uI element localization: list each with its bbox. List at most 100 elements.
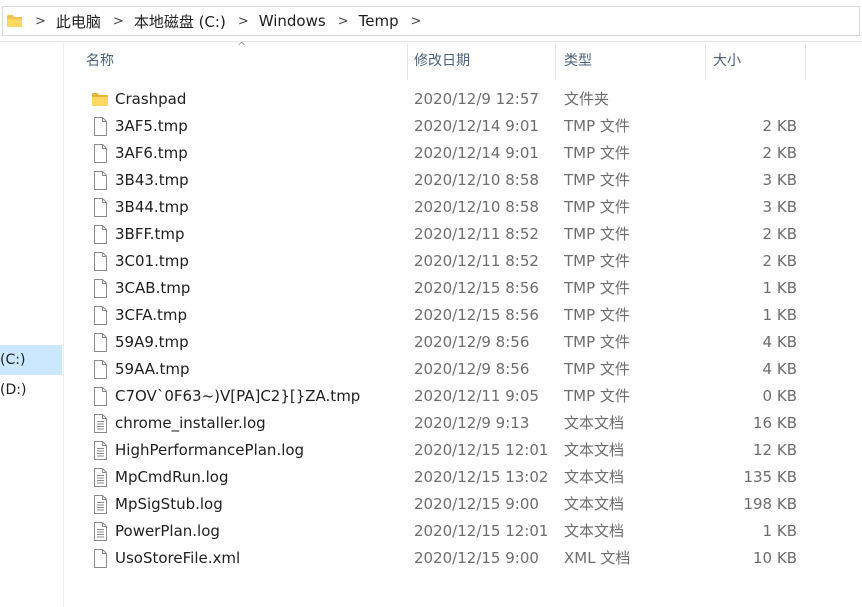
column-date[interactable]: 修改日期 xyxy=(406,44,556,80)
file-icon xyxy=(92,117,108,136)
file-row[interactable]: 59AA.tmp 2020/12/9 8:56 TMP 文件 4 KB xyxy=(78,356,838,383)
file-row[interactable]: 3CAB.tmp 2020/12/15 8:56 TMP 文件 1 KB xyxy=(78,275,838,302)
file-row[interactable]: 3B43.tmp 2020/12/10 8:58 TMP 文件 3 KB xyxy=(78,167,838,194)
file-size: 2 KB xyxy=(762,225,797,243)
file-size: 2 KB xyxy=(762,252,797,270)
breadcrumb-separator[interactable]: > xyxy=(113,14,124,29)
file-type: 文本文档 xyxy=(564,414,625,432)
file-size: 2 KB xyxy=(762,117,797,135)
nav-item-drive-d[interactable]: (D:) xyxy=(0,375,62,405)
text-file-icon xyxy=(92,414,108,433)
file-icon xyxy=(92,360,108,379)
file-date: 2020/12/15 9:00 xyxy=(414,549,539,567)
file-icon xyxy=(92,252,108,271)
file-date: 2020/12/9 8:56 xyxy=(414,333,530,351)
column-type-label: 类型 xyxy=(564,53,592,69)
file-icon xyxy=(92,306,108,325)
file-row[interactable]: 3B44.tmp 2020/12/10 8:58 TMP 文件 3 KB xyxy=(78,194,838,221)
navigation-pane: (C:) (D:) xyxy=(0,42,64,607)
file-type: TMP 文件 xyxy=(564,279,630,297)
breadcrumb-this-pc[interactable]: 此电脑 xyxy=(56,11,101,32)
file-row[interactable]: UsoStoreFile.xml 2020/12/15 9:00 XML 文档 … xyxy=(78,545,838,572)
breadcrumb-separator[interactable]: > xyxy=(338,14,349,29)
file-type: 文本文档 xyxy=(564,441,625,459)
file-type: TMP 文件 xyxy=(564,144,630,162)
file-date: 2020/12/15 12:01 xyxy=(414,522,549,540)
file-list: Crashpad 2020/12/9 12:57 文件夹 3AF5.tmp 20… xyxy=(78,86,838,572)
file-icon xyxy=(92,549,108,568)
file-row[interactable]: Crashpad 2020/12/9 12:57 文件夹 xyxy=(78,86,838,113)
file-type: 文本文档 xyxy=(564,495,625,513)
column-size-label: 大小 xyxy=(713,53,741,69)
file-row[interactable]: MpCmdRun.log 2020/12/15 13:02 文本文档 135 K… xyxy=(78,464,838,491)
file-name: 3CAB.tmp xyxy=(115,279,191,297)
address-bar: > 此电脑 > 本地磁盘 (C:) > Windows > Temp > xyxy=(0,0,862,42)
nav-item-drive-c[interactable]: (C:) xyxy=(0,345,62,375)
file-name: 3BFF.tmp xyxy=(115,225,185,243)
file-type: 文件夹 xyxy=(564,90,610,108)
file-type: XML 文档 xyxy=(564,549,631,567)
file-icon xyxy=(92,225,108,244)
file-name: Crashpad xyxy=(115,90,187,108)
breadcrumb-local-disk[interactable]: 本地磁盘 (C:) xyxy=(134,11,226,32)
file-size: 135 KB xyxy=(743,468,797,486)
file-size: 3 KB xyxy=(762,198,797,216)
file-row[interactable]: MpSigStub.log 2020/12/15 9:00 文本文档 198 K… xyxy=(78,491,838,518)
file-type: TMP 文件 xyxy=(564,225,630,243)
file-date: 2020/12/15 8:56 xyxy=(414,279,539,297)
file-name: HighPerformancePlan.log xyxy=(115,441,305,459)
text-file-icon xyxy=(92,468,108,487)
file-icon xyxy=(92,279,108,298)
file-name: MpCmdRun.log xyxy=(115,468,229,486)
column-name[interactable]: 名称 xyxy=(78,44,408,80)
breadcrumb-separator[interactable]: > xyxy=(35,14,46,29)
column-size[interactable]: 大小 xyxy=(705,44,806,80)
breadcrumb-separator[interactable]: > xyxy=(411,14,422,29)
file-date: 2020/12/15 8:56 xyxy=(414,306,539,324)
file-date: 2020/12/9 12:57 xyxy=(414,90,539,108)
file-type: TMP 文件 xyxy=(564,306,630,324)
file-row[interactable]: chrome_installer.log 2020/12/9 9:13 文本文档… xyxy=(78,410,838,437)
file-type: TMP 文件 xyxy=(564,117,630,135)
file-size: 1 KB xyxy=(762,522,797,540)
file-size: 3 KB xyxy=(762,171,797,189)
folder-icon xyxy=(92,90,108,109)
breadcrumb-windows[interactable]: Windows xyxy=(259,12,326,30)
file-name: chrome_installer.log xyxy=(115,414,266,432)
file-name: 59A9.tmp xyxy=(115,333,189,351)
file-row[interactable]: 59A9.tmp 2020/12/9 8:56 TMP 文件 4 KB xyxy=(78,329,838,356)
breadcrumb-temp[interactable]: Temp xyxy=(359,12,399,30)
file-name: 3B44.tmp xyxy=(115,198,189,216)
file-row[interactable]: 3AF5.tmp 2020/12/14 9:01 TMP 文件 2 KB xyxy=(78,113,838,140)
file-size: 198 KB xyxy=(743,495,797,513)
file-date: 2020/12/11 8:52 xyxy=(414,225,539,243)
file-row[interactable]: 3CFA.tmp 2020/12/15 8:56 TMP 文件 1 KB xyxy=(78,302,838,329)
file-type: 文本文档 xyxy=(564,468,625,486)
file-icon xyxy=(92,198,108,217)
file-row[interactable]: C7OV`0F63~)V[PA]C2}[}ZA.tmp 2020/12/11 9… xyxy=(78,383,838,410)
file-date: 2020/12/9 9:13 xyxy=(414,414,530,432)
file-icon xyxy=(92,171,108,190)
column-date-label: 修改日期 xyxy=(414,53,470,69)
file-row[interactable]: 3C01.tmp 2020/12/11 8:52 TMP 文件 2 KB xyxy=(78,248,838,275)
column-name-label: 名称 xyxy=(86,53,114,69)
file-size: 1 KB xyxy=(762,306,797,324)
file-row[interactable]: 3BFF.tmp 2020/12/11 8:52 TMP 文件 2 KB xyxy=(78,221,838,248)
file-type: TMP 文件 xyxy=(564,360,630,378)
file-size: 2 KB xyxy=(762,144,797,162)
column-header: ^ 名称 修改日期 类型 大小 xyxy=(78,40,828,80)
file-size: 4 KB xyxy=(762,333,797,351)
file-size xyxy=(708,86,797,113)
file-type: TMP 文件 xyxy=(564,198,630,216)
column-type[interactable]: 类型 xyxy=(556,44,706,80)
file-size: 16 KB xyxy=(753,414,797,432)
file-size: 12 KB xyxy=(753,441,797,459)
file-row[interactable]: 3AF6.tmp 2020/12/14 9:01 TMP 文件 2 KB xyxy=(78,140,838,167)
address-field[interactable]: > 此电脑 > 本地磁盘 (C:) > Windows > Temp > xyxy=(2,6,860,36)
file-row[interactable]: HighPerformancePlan.log 2020/12/15 12:01… xyxy=(78,437,838,464)
file-size: 1 KB xyxy=(762,279,797,297)
file-name: 3AF5.tmp xyxy=(115,117,188,135)
breadcrumb-separator[interactable]: > xyxy=(238,14,249,29)
file-row[interactable]: PowerPlan.log 2020/12/15 12:01 文本文档 1 KB xyxy=(78,518,838,545)
file-type: TMP 文件 xyxy=(564,333,630,351)
